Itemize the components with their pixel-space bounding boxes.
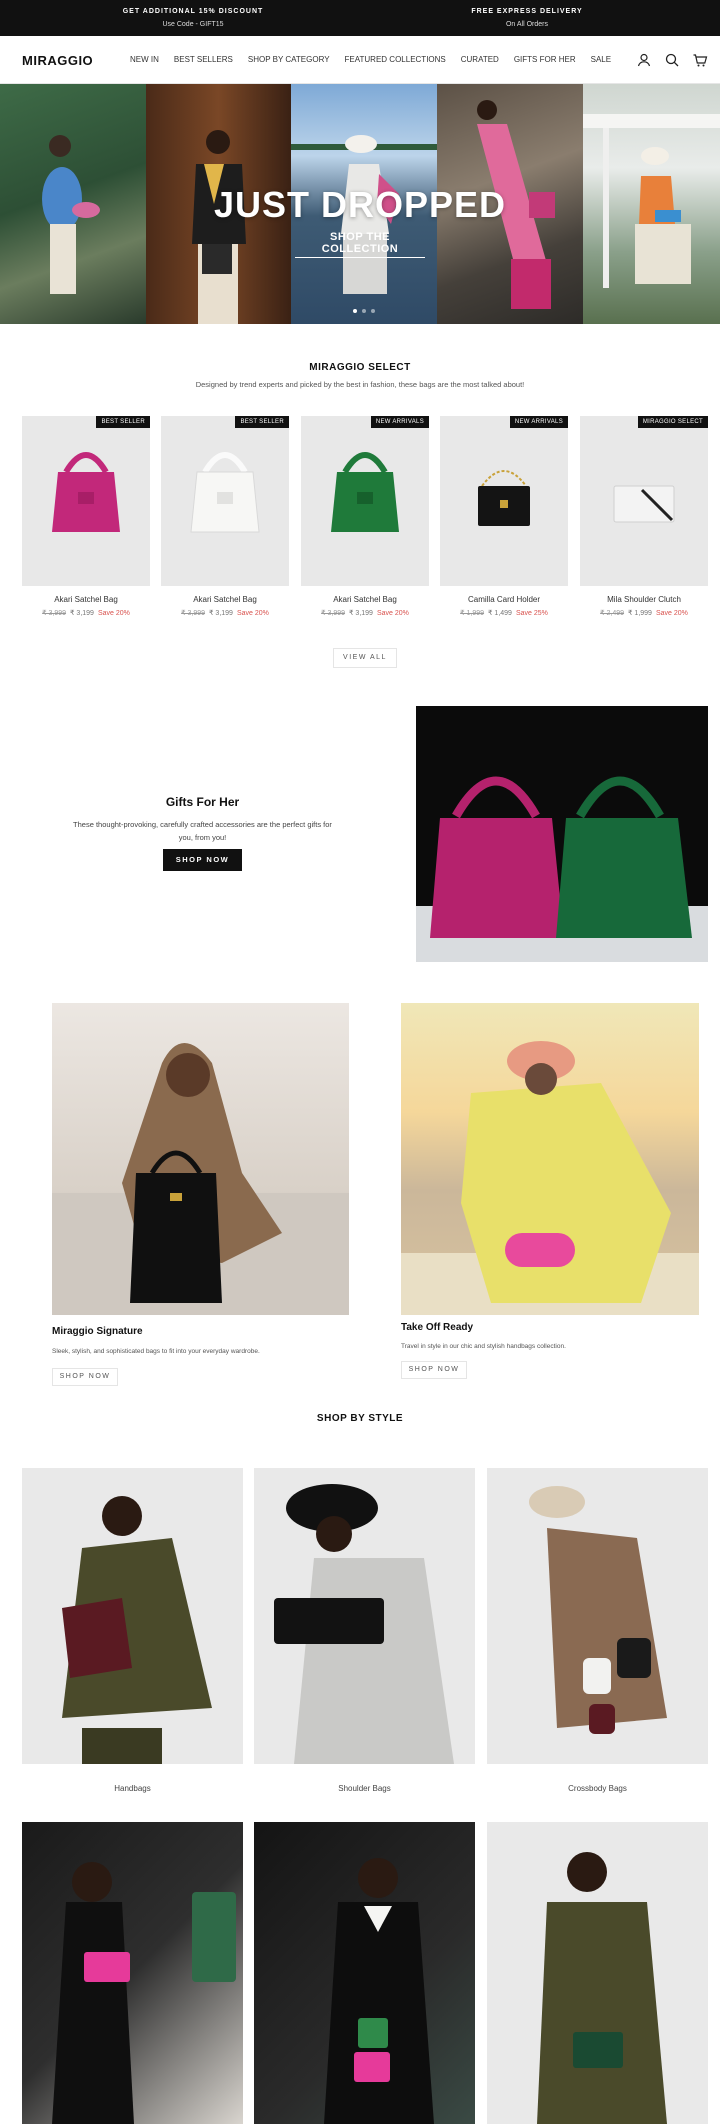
hero-shop-collection-link[interactable]: SHOP THE COLLECTION [295, 231, 425, 258]
product-card[interactable]: NEW ARRIVALS Camilla Card Holder ₹ 1,999… [440, 416, 568, 617]
product-badge: BEST SELLER [96, 416, 150, 428]
cart-icon[interactable] [692, 52, 708, 68]
product-name[interactable]: Akari Satchel Bag [301, 595, 429, 604]
bag-illustration [613, 485, 675, 523]
nav-shop-by-category[interactable]: SHOP BY CATEGORY [248, 55, 330, 64]
gifts-description: These thought-provoking, carefully craft… [73, 820, 332, 842]
shop-by-style-title: SHOP BY STYLE [316, 1413, 404, 1424]
hero-slide-dots [353, 309, 375, 313]
announcement-delivery[interactable]: FREE EXPRESS DELIVERY On All Orders [347, 0, 707, 36]
gifts-image[interactable] [416, 706, 708, 962]
product-badge: NEW ARRIVALS [370, 416, 429, 428]
style-image-minibag-green[interactable] [254, 1822, 475, 2124]
product-card[interactable]: MIRAGGIO SELECT Mila Shoulder Clutch ₹ 2… [580, 416, 708, 617]
style-image-minibag-pink[interactable] [22, 1822, 243, 2124]
signature-shop-now-button[interactable]: SHOP NOW [52, 1368, 118, 1386]
announcement-discount[interactable]: GET ADDITIONAL 15% DISCOUNT Use Code - G… [13, 0, 373, 36]
account-icon[interactable] [636, 52, 652, 68]
product-price: ₹ 3,999 ₹ 3,199 Save 20% [181, 610, 269, 617]
slide-dot-2[interactable] [362, 309, 366, 313]
select-title: MIRAGGIO SELECT [309, 362, 411, 373]
search-icon[interactable] [664, 52, 680, 68]
gifts-shop-now-button[interactable]: SHOP NOW [163, 849, 242, 871]
product-price: ₹ 3,999 ₹ 3,199 Save 20% [42, 610, 130, 617]
style-card-crossbody-bags[interactable]: Crossbody Bags [487, 1468, 708, 1793]
view-all-button[interactable]: VIEW ALL [333, 648, 397, 668]
announcement-discount-title: GET ADDITIONAL 15% DISCOUNT [122, 8, 264, 15]
product-badge: NEW ARRIVALS [509, 416, 568, 428]
feature-image-take-off[interactable] [401, 1003, 699, 1315]
product-price: ₹ 2,499 ₹ 1,999 Save 20% [600, 610, 688, 617]
product-price: ₹ 1,999 ₹ 1,499 Save 25% [460, 610, 548, 617]
feature-desc-signature: Sleek, stylish, and sophisticated bags t… [52, 1348, 260, 1355]
product-image[interactable]: NEW ARRIVALS [440, 416, 568, 586]
style-image-handbags[interactable] [22, 1468, 243, 1764]
product-name[interactable]: Akari Satchel Bag [161, 595, 289, 604]
feature-image-signature[interactable] [52, 1003, 349, 1315]
style-label-crossbody-bags[interactable]: Crossbody Bags [487, 1784, 708, 1793]
product-badge: MIRAGGIO SELECT [637, 416, 708, 428]
style-image-shoulder-bags[interactable] [254, 1468, 475, 1764]
announcement-discount-code: Use Code - GIFT15 [162, 21, 224, 28]
feature-title-take-off: Take Off Ready [401, 1322, 474, 1333]
feature-title-signature: Miraggio Signature [52, 1326, 143, 1337]
nav-new-in[interactable]: NEW IN [130, 55, 159, 64]
style-card-shoulder-bags[interactable]: Shoulder Bags [254, 1468, 475, 1793]
announcement-bar: GET ADDITIONAL 15% DISCOUNT Use Code - G… [0, 0, 720, 36]
bag-illustration [52, 452, 120, 532]
take-off-shop-now-button[interactable]: SHOP NOW [401, 1361, 467, 1379]
product-image[interactable]: BEST SELLER [22, 416, 150, 586]
product-badge: BEST SELLER [235, 416, 289, 428]
gifts-title: Gifts For Her [165, 795, 240, 809]
style-label-shoulder-bags[interactable]: Shoulder Bags [254, 1784, 475, 1793]
site-header: MIRAGGIO NEW IN BEST SELLERS SHOP BY CAT… [0, 36, 720, 84]
logo[interactable]: MIRAGGIO [22, 53, 93, 68]
nav-sale[interactable]: SALE [591, 55, 611, 64]
select-subtitle: Designed by trend experts and picked by … [195, 380, 525, 389]
hero-title: JUST DROPPED [213, 184, 507, 225]
product-image[interactable]: BEST SELLER [161, 416, 289, 586]
style-card-handbags[interactable]: Handbags [22, 1468, 243, 1793]
nav-featured-collections[interactable]: FEATURED COLLECTIONS [345, 55, 446, 64]
announcement-delivery-title: FREE EXPRESS DELIVERY [471, 8, 583, 15]
style-label-handbags[interactable]: Handbags [22, 1784, 243, 1793]
bag-illustration [331, 452, 399, 532]
feature-desc-take-off: Travel in style in our chic and stylish … [401, 1343, 566, 1350]
main-nav: NEW IN BEST SELLERS SHOP BY CATEGORY FEA… [130, 55, 611, 64]
product-card[interactable]: BEST SELLER Akari Satchel Bag ₹ 3,999 ₹ 3… [161, 416, 289, 617]
bag-illustration [478, 470, 530, 526]
product-price: ₹ 3,999 ₹ 3,199 Save 20% [321, 610, 409, 617]
product-card[interactable]: BEST SELLER Akari Satchel Bag ₹ 3,999 ₹ 3… [22, 416, 150, 617]
hero-slideshow[interactable]: JUST DROPPED SHOP THE COLLECTION [0, 84, 720, 324]
product-image[interactable]: NEW ARRIVALS [301, 416, 429, 586]
slide-dot-1[interactable] [353, 309, 357, 313]
nav-gifts-for-her[interactable]: GIFTS FOR HER [514, 55, 576, 64]
product-name[interactable]: Camilla Card Holder [440, 595, 568, 604]
bag-illustration [190, 452, 260, 533]
style-image-minibag-olive[interactable] [487, 1822, 708, 2124]
announcement-delivery-subtitle: On All Orders [505, 21, 548, 28]
product-name[interactable]: Mila Shoulder Clutch [580, 595, 708, 604]
style-image-crossbody-bags[interactable] [487, 1468, 708, 1764]
product-image[interactable]: MIRAGGIO SELECT [580, 416, 708, 586]
slide-dot-3[interactable] [371, 309, 375, 313]
product-name[interactable]: Akari Satchel Bag [22, 595, 150, 604]
nav-curated[interactable]: CURATED [461, 55, 499, 64]
nav-best-sellers[interactable]: BEST SELLERS [174, 55, 233, 64]
product-card[interactable]: NEW ARRIVALS Akari Satchel Bag ₹ 3,999 ₹ … [301, 416, 429, 617]
